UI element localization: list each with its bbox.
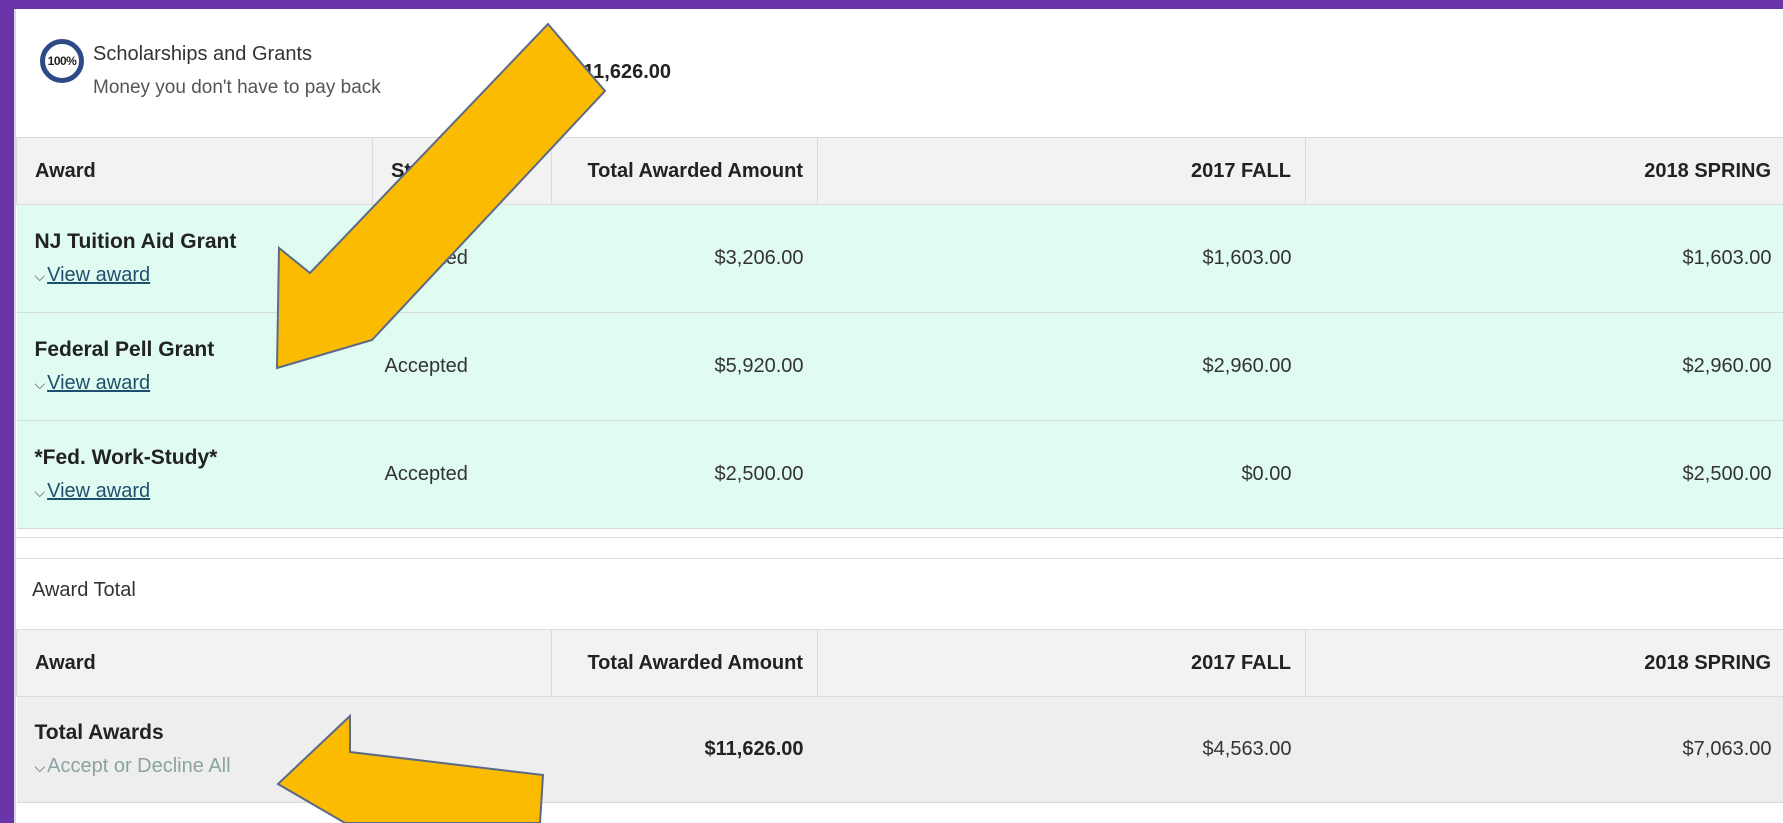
- spring-cell: $2,960.00: [1305, 312, 1783, 421]
- fall-cell: $0.00: [817, 420, 1306, 529]
- total-awards-name: Total Awards: [34, 721, 164, 744]
- total-cell: $2,500.00: [551, 420, 818, 529]
- progress-ring-icon: 100%: [40, 39, 84, 83]
- fall-cell: $4,563.00: [817, 696, 1306, 803]
- header-award: Award: [15, 629, 553, 697]
- header-spring: 2018 SPRING: [1305, 137, 1783, 205]
- awards-table: Award Status Total Awarded Amount 2017 F…: [16, 137, 1783, 529]
- header-total: Total Awarded Amount: [551, 629, 819, 697]
- award-name: NJ Tuition Aid Grant: [34, 230, 237, 253]
- award-cell: Federal Pell Grant ⌵ View award: [16, 312, 373, 421]
- header-fall: 2017 FALL: [817, 629, 1307, 697]
- table-row: NJ Tuition Aid Grant ⌵ View award Accepte…: [16, 204, 1783, 313]
- section-divider: [16, 537, 1783, 559]
- award-cell: Total Awards ⌵ Accept or Decline All: [16, 696, 552, 803]
- scholarships-summary: 100% Scholarships and Grants Money you d…: [16, 9, 1783, 137]
- accept-decline-all-link[interactable]: Accept or Decline All: [47, 755, 230, 777]
- header-award: Award: [16, 137, 373, 205]
- award-name: *Fed. Work-Study*: [34, 446, 218, 469]
- total-cell: $5,920.00: [551, 312, 818, 421]
- chevron-down-icon: ⌵: [34, 484, 46, 500]
- header-fall: 2017 FALL: [817, 137, 1306, 205]
- view-award-link[interactable]: View award: [47, 264, 150, 286]
- summary-amount: $11,626.00: [572, 61, 671, 83]
- award-cell: NJ Tuition Aid Grant ⌵ View award: [16, 204, 373, 313]
- header-status: Status: [372, 137, 552, 205]
- table-row: *Fed. Work-Study* ⌵ View award Accepted $…: [16, 420, 1783, 529]
- award-panel: 100% Scholarships and Grants Money you d…: [14, 9, 1783, 823]
- spring-cell: $2,500.00: [1305, 420, 1783, 529]
- header-spring: 2018 SPRING: [1305, 629, 1783, 697]
- header-total: Total Awarded Amount: [551, 137, 818, 205]
- chevron-down-icon: ⌵: [34, 376, 46, 392]
- chevron-down-icon: ⌵: [34, 759, 46, 775]
- chevron-down-icon: ⌵: [34, 268, 46, 284]
- view-award-link[interactable]: View award: [47, 372, 150, 394]
- total-cell: $3,206.00: [551, 204, 818, 313]
- table-row: Federal Pell Grant ⌵ View award Accepted …: [16, 312, 1783, 421]
- status-cell: Accepted: [372, 204, 552, 313]
- total-cell: $11,626.00: [551, 696, 818, 803]
- fall-cell: $2,960.00: [817, 312, 1306, 421]
- summary-title: Scholarships and Grants: [93, 43, 313, 65]
- award-cell: *Fed. Work-Study* ⌵ View award: [16, 420, 373, 529]
- status-cell: Accepted: [372, 420, 552, 529]
- view-award-link[interactable]: View award: [47, 480, 150, 502]
- award-total-table: Award Total Awarded Amount 2017 FALL 201…: [15, 629, 1783, 803]
- spring-cell: $1,603.00: [1305, 204, 1783, 313]
- totals-header-row: Award Total Awarded Amount 2017 FALL 201…: [15, 629, 1783, 697]
- awards-header-row: Award Status Total Awarded Amount 2017 F…: [16, 137, 1783, 205]
- summary-subtitle: Money you don't have to pay back: [93, 77, 381, 98]
- award-total-label: Award Total: [32, 579, 136, 601]
- fall-cell: $1,603.00: [817, 204, 1306, 313]
- table-row: Total Awards ⌵ Accept or Decline All $11,…: [16, 696, 1783, 803]
- status-cell: Accepted: [372, 312, 552, 421]
- spring-cell: $7,063.00: [1305, 696, 1783, 803]
- award-name: Federal Pell Grant: [34, 338, 215, 361]
